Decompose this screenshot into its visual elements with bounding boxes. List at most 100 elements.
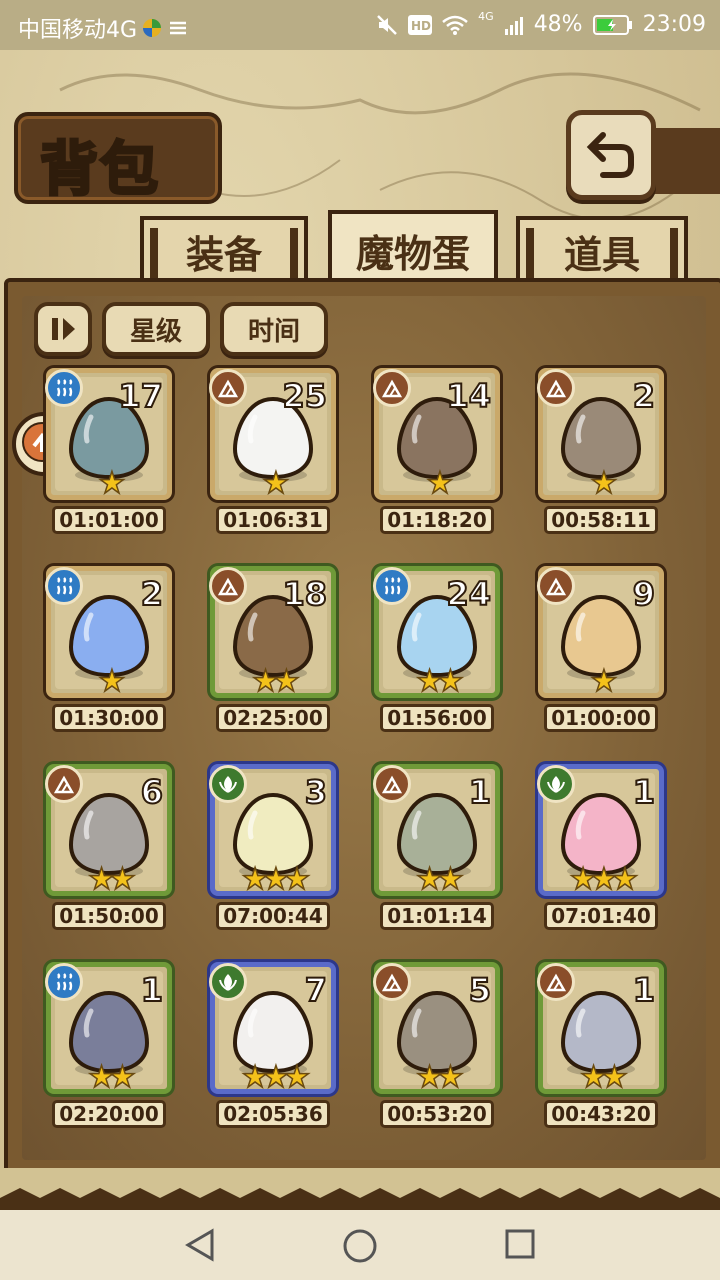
page-title: 背包 bbox=[38, 134, 161, 205]
hatch-timer: 01:00:00 bbox=[544, 704, 658, 732]
wood-element-icon bbox=[209, 963, 247, 1001]
egg-card[interactable]: 2 ★ 00:58:11 bbox=[534, 368, 668, 536]
egg-card[interactable]: 24 ★★ 01:56:00 bbox=[370, 566, 504, 734]
earth-element-icon bbox=[537, 567, 575, 605]
sort-order-button[interactable] bbox=[34, 302, 92, 356]
egg-count: 6 bbox=[140, 772, 164, 812]
egg-count: 1 bbox=[140, 970, 164, 1010]
earth-element-icon bbox=[537, 963, 575, 1001]
star-rating: ★★ bbox=[415, 663, 464, 700]
egg-card[interactable]: 1 ★★ 00:43:20 bbox=[534, 962, 668, 1130]
water-element-icon bbox=[373, 567, 411, 605]
egg-frame: 14 ★ bbox=[373, 368, 500, 502]
hatch-timer: 01:06:31 bbox=[216, 506, 330, 534]
star-rating: ★★★ bbox=[241, 861, 311, 898]
water-element-icon bbox=[45, 567, 83, 605]
egg-frame: 1 ★★ bbox=[537, 962, 664, 1096]
hatch-timer: 01:01:14 bbox=[380, 902, 494, 930]
system-nav-bar bbox=[0, 1210, 720, 1280]
egg-frame: 1 ★★★ bbox=[537, 764, 664, 898]
star-rating: ★★ bbox=[579, 1059, 628, 1096]
nav-back-icon[interactable] bbox=[184, 1228, 216, 1262]
star-rating: ★★★ bbox=[569, 861, 639, 898]
egg-frame: 17 ★ bbox=[45, 368, 172, 502]
battery-percent: 48% bbox=[533, 12, 583, 37]
egg-card[interactable]: 7 ★★★ 02:05:36 bbox=[206, 962, 340, 1130]
egg-card[interactable]: 9 ★ 01:00:00 bbox=[534, 566, 668, 734]
svg-text:HD: HD bbox=[411, 19, 431, 33]
hatch-timer: 01:01:00 bbox=[52, 506, 166, 534]
sort-by-star-label: 星级 bbox=[129, 316, 182, 347]
egg-card[interactable]: 14 ★ 01:18:20 bbox=[370, 368, 504, 536]
egg-frame: 7 ★★★ bbox=[209, 962, 336, 1096]
egg-card[interactable]: 25 ★ 01:06:31 bbox=[206, 368, 340, 536]
egg-count: 2 bbox=[632, 376, 656, 416]
notification-icon bbox=[170, 21, 187, 35]
egg-card[interactable]: 17 ★ 01:01:00 bbox=[42, 368, 176, 536]
sort-by-star-button[interactable]: 星级 bbox=[102, 302, 210, 356]
tab-items-label: 道具 bbox=[563, 231, 640, 277]
hatch-timer: 07:01:40 bbox=[544, 902, 658, 930]
tab-bar: 装备 魔物蛋 道具 bbox=[0, 210, 720, 286]
egg-card[interactable]: 1 ★★★ 07:01:40 bbox=[534, 764, 668, 932]
egg-count: 1 bbox=[468, 772, 492, 812]
star-rating: ★★ bbox=[87, 861, 136, 898]
egg-frame: 9 ★ bbox=[537, 566, 664, 700]
egg-count: 9 bbox=[632, 574, 656, 614]
back-button[interactable] bbox=[566, 110, 656, 200]
wood-element-icon bbox=[209, 765, 247, 803]
egg-frame: 1 ★★ bbox=[45, 962, 172, 1096]
egg-frame: 18 ★★ bbox=[209, 566, 336, 700]
egg-count: 2 bbox=[140, 574, 164, 614]
hatch-timer: 01:56:00 bbox=[380, 704, 494, 732]
tab-monster-eggs[interactable]: 魔物蛋 bbox=[328, 210, 498, 286]
egg-count: 7 bbox=[304, 970, 328, 1010]
egg-count: 18 bbox=[281, 574, 328, 614]
star-rating: ★ bbox=[98, 465, 126, 502]
egg-card[interactable]: 3 ★★★ 07:00:44 bbox=[206, 764, 340, 932]
tab-items[interactable]: 道具 bbox=[516, 216, 688, 282]
star-rating: ★★★ bbox=[241, 1059, 311, 1096]
hatch-timer: 00:58:11 bbox=[544, 506, 658, 534]
earth-element-icon bbox=[537, 369, 575, 407]
egg-card[interactable]: 6 ★★ 01:50:00 bbox=[42, 764, 176, 932]
earth-element-icon bbox=[45, 765, 83, 803]
water-element-icon bbox=[45, 963, 83, 1001]
wood-element-icon bbox=[537, 765, 575, 803]
egg-card[interactable]: 5 ★★ 00:53:20 bbox=[370, 962, 504, 1130]
tab-post bbox=[670, 228, 678, 278]
nav-home-icon[interactable] bbox=[342, 1228, 378, 1264]
earth-element-icon bbox=[373, 765, 411, 803]
tab-equipment[interactable]: 装备 bbox=[140, 216, 308, 282]
water-element-icon bbox=[45, 369, 83, 407]
hd-icon: HD bbox=[408, 14, 433, 35]
egg-frame: 6 ★★ bbox=[45, 764, 172, 898]
network-type: 4G bbox=[478, 10, 494, 23]
egg-frame: 24 ★★ bbox=[373, 566, 500, 700]
hatch-timer: 07:00:44 bbox=[216, 902, 330, 930]
egg-card[interactable]: 1 ★★ 01:01:14 bbox=[370, 764, 504, 932]
earth-element-icon bbox=[209, 567, 247, 605]
tab-monster-eggs-label: 魔物蛋 bbox=[355, 230, 470, 276]
bottom-border-decoration bbox=[0, 1188, 720, 1212]
hatch-timer: 00:53:20 bbox=[380, 1100, 494, 1128]
star-rating: ★★ bbox=[415, 861, 464, 898]
sort-by-time-button[interactable]: 时间 bbox=[220, 302, 328, 356]
egg-card[interactable]: 2 ★ 01:30:00 bbox=[42, 566, 176, 734]
egg-count: 14 bbox=[445, 376, 492, 416]
star-rating: ★ bbox=[590, 663, 618, 700]
tab-post bbox=[290, 228, 298, 278]
hatch-timer: 00:43:20 bbox=[544, 1100, 658, 1128]
egg-card[interactable]: 1 ★★ 02:20:00 bbox=[42, 962, 176, 1130]
egg-count: 3 bbox=[304, 772, 328, 812]
egg-card[interactable]: 18 ★★ 02:25:00 bbox=[206, 566, 340, 734]
star-rating: ★ bbox=[426, 465, 454, 502]
wifi-icon bbox=[442, 15, 468, 35]
egg-count: 25 bbox=[281, 376, 328, 416]
egg-count: 1 bbox=[632, 772, 656, 812]
nav-recent-icon[interactable] bbox=[504, 1228, 536, 1260]
egg-frame: 25 ★ bbox=[209, 368, 336, 502]
egg-count: 5 bbox=[468, 970, 492, 1010]
hatch-timer: 01:18:20 bbox=[380, 506, 494, 534]
star-rating: ★ bbox=[590, 465, 618, 502]
